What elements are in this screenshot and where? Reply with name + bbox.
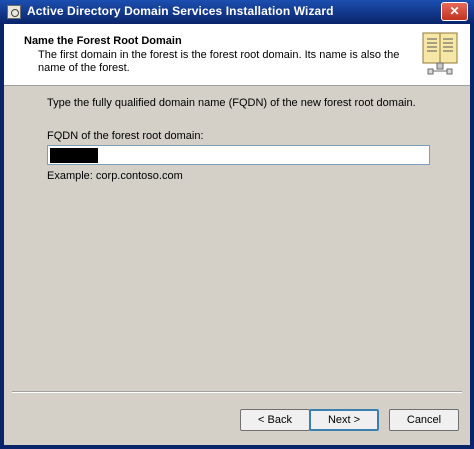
- wizard-header: Name the Forest Root Domain The first do…: [4, 24, 470, 86]
- wizard-client-area: Name the Forest Root Domain The first do…: [4, 24, 470, 445]
- close-button[interactable]: ✕: [441, 2, 468, 21]
- button-separator: [12, 391, 462, 393]
- next-button[interactable]: Next >: [309, 409, 379, 431]
- close-icon: ✕: [449, 4, 460, 18]
- title-bar[interactable]: Active Directory Domain Services Install…: [0, 0, 474, 24]
- cancel-button[interactable]: Cancel: [389, 409, 459, 431]
- window-title: Active Directory Domain Services Install…: [27, 4, 334, 18]
- app-icon: [7, 5, 21, 19]
- book-icon: [422, 32, 458, 75]
- wizard-window: Active Directory Domain Services Install…: [0, 0, 474, 449]
- fqdn-input[interactable]: [47, 145, 430, 165]
- instruction-text: Type the fully qualified domain name (FQ…: [47, 97, 416, 109]
- back-button[interactable]: < Back: [240, 409, 310, 431]
- example-text: Example: corp.contoso.com: [47, 170, 183, 182]
- page-title: Name the Forest Root Domain: [24, 35, 182, 47]
- page-description: The first domain in the forest is the fo…: [38, 49, 400, 74]
- redacted-value: [50, 148, 98, 163]
- fqdn-label: FQDN of the forest root domain:: [47, 130, 204, 142]
